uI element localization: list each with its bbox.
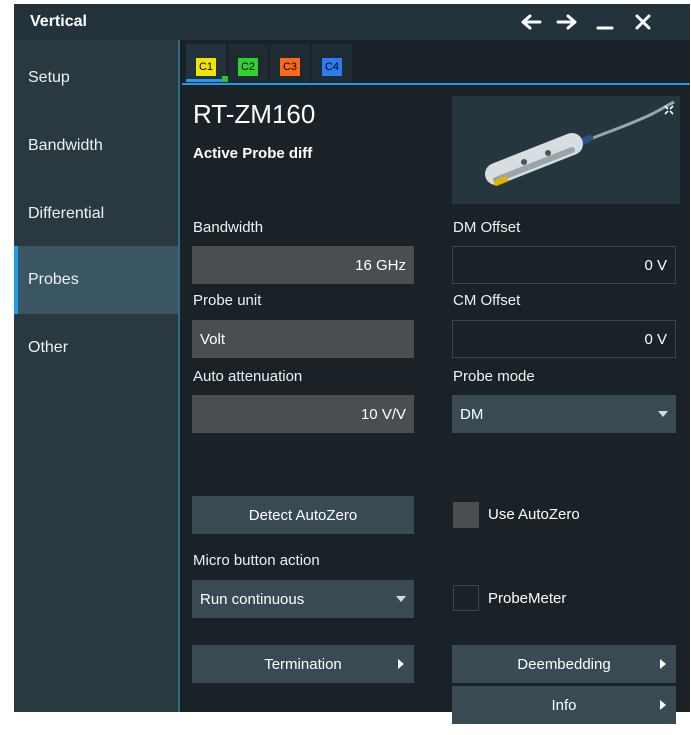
probemeter-checkbox[interactable] xyxy=(453,585,479,611)
detect-autozero-button[interactable]: Detect AutoZero xyxy=(192,496,414,534)
sidebar-item-label: Setup xyxy=(28,69,70,86)
sidebar-divider xyxy=(178,40,180,712)
sidebar-item-label: Bandwidth xyxy=(28,137,103,154)
expand-icon[interactable] xyxy=(664,102,674,120)
bandwidth-field[interactable]: 16 GHz xyxy=(192,246,414,284)
sidebar: Setup Bandwidth Differential Probes Othe… xyxy=(14,40,178,712)
sidebar-item-probes[interactable]: Probes xyxy=(14,246,178,314)
probe-name: RT-ZM160 xyxy=(193,99,316,129)
cm-offset-field[interactable]: 0 V xyxy=(452,320,676,358)
tab-underline xyxy=(182,83,690,85)
sidebar-item-label: Other xyxy=(28,339,69,356)
termination-label: Termination xyxy=(264,655,342,673)
tab-c2-label: C2 xyxy=(238,58,258,76)
chevron-right-icon xyxy=(398,659,404,669)
probe-mode-select[interactable]: DM xyxy=(452,395,676,433)
bandwidth-label: Bandwidth xyxy=(193,219,264,236)
tab-c4[interactable]: C4 xyxy=(312,44,352,82)
probe-mode-value: DM xyxy=(460,405,484,423)
auto-attenuation-field[interactable]: 10 V/V xyxy=(192,395,414,433)
probe-unit-field[interactable]: Volt xyxy=(192,320,414,358)
deembedding-label: Deembedding xyxy=(517,655,611,673)
probe-unit-label: Probe unit xyxy=(193,292,262,309)
tab-c4-label: C4 xyxy=(322,58,342,76)
title-bar: Vertical xyxy=(14,4,690,40)
auto-attenuation-label: Auto attenuation xyxy=(193,368,303,385)
dialog-title: Vertical xyxy=(30,13,87,30)
arrow-right-icon[interactable] xyxy=(554,8,580,36)
info-label: Info xyxy=(551,696,577,714)
arrow-left-icon[interactable] xyxy=(518,8,544,36)
deembedding-button[interactable]: Deembedding xyxy=(452,645,676,683)
tab-c2[interactable]: C2 xyxy=(228,44,268,82)
cm-offset-label: CM Offset xyxy=(453,292,521,309)
tab-c3[interactable]: C3 xyxy=(270,44,310,82)
sidebar-item-label: Probes xyxy=(28,271,79,288)
channel-tabs: C1 C2 C3 C4 xyxy=(182,40,690,84)
info-button[interactable]: Info xyxy=(452,686,676,724)
sidebar-item-other[interactable]: Other xyxy=(14,314,178,382)
probe-type: Active Probe diff xyxy=(193,145,313,162)
termination-button[interactable]: Termination xyxy=(192,645,414,683)
minimize-icon[interactable] xyxy=(592,8,618,36)
micro-button-action-select[interactable]: Run continuous xyxy=(192,580,414,618)
tab-c1-label: C1 xyxy=(196,58,216,76)
probemeter-label: ProbeMeter xyxy=(488,590,567,607)
sidebar-item-differential[interactable]: Differential xyxy=(14,180,178,248)
dm-offset-field[interactable]: 0 V xyxy=(452,246,676,284)
tab-c1[interactable]: C1 xyxy=(186,44,228,82)
tab-c3-label: C3 xyxy=(280,58,300,76)
micro-button-action-value: Run continuous xyxy=(200,590,305,608)
chevron-down-icon xyxy=(658,411,668,417)
use-autozero-label: Use AutoZero xyxy=(488,506,580,523)
sidebar-item-label: Differential xyxy=(28,205,105,222)
sidebar-item-setup[interactable]: Setup xyxy=(14,44,178,112)
dm-offset-label: DM Offset xyxy=(453,219,521,236)
use-autozero-checkbox[interactable] xyxy=(453,502,479,528)
chevron-down-icon xyxy=(396,596,406,602)
chevron-right-icon xyxy=(660,659,666,669)
micro-button-action-label: Micro button action xyxy=(193,552,320,569)
probe-mode-label: Probe mode xyxy=(453,368,535,385)
probe-image xyxy=(452,96,680,204)
sidebar-item-bandwidth[interactable]: Bandwidth xyxy=(14,112,178,180)
close-icon[interactable] xyxy=(630,8,656,36)
chevron-right-icon xyxy=(660,700,666,710)
